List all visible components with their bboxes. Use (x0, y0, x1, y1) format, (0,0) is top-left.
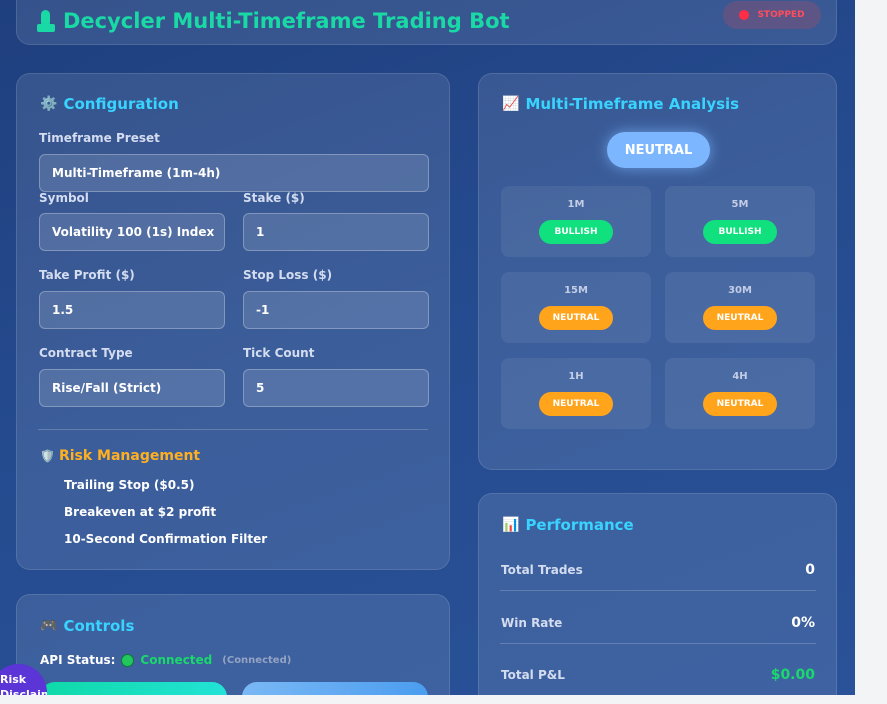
perf-divider (500, 643, 816, 644)
tick-count-input[interactable]: 5 (243, 369, 429, 407)
risk-item: Breakeven at $2 profit (64, 505, 217, 519)
risk-item: Trailing Stop ($0.5) (64, 478, 195, 492)
contract-type-select[interactable]: Rise/Fall (Strict) (39, 369, 225, 407)
timeframe-card: 4H NEUTRAL (665, 358, 815, 429)
timeframe-preset-label: Timeframe Preset (39, 131, 160, 145)
performance-title-text: Performance (525, 516, 634, 534)
page-title: Decycler Multi-Timeframe Trading Bot (37, 9, 510, 33)
stake-input[interactable]: 1 (243, 213, 429, 251)
bottom-bar (0, 695, 887, 704)
timeframe-card: 15M NEUTRAL (501, 272, 651, 343)
app-container: Decycler Multi-Timeframe Trading Bot STO… (0, 0, 855, 695)
status-dot-icon (739, 10, 750, 20)
timeframe-name: 30M (728, 285, 752, 296)
overall-signal-badge: NEUTRAL (607, 132, 710, 168)
symbol-label: Symbol (39, 191, 89, 205)
api-status-value: Connected (140, 653, 213, 667)
analysis-title: 📈 Multi-Timeframe Analysis (502, 95, 739, 113)
robot-icon (37, 10, 55, 32)
status-text: STOPPED (757, 10, 805, 20)
total-pnl-value: $0.00 (770, 667, 815, 683)
stake-label: Stake ($) (243, 191, 305, 205)
analysis-title-text: Multi-Timeframe Analysis (525, 95, 740, 113)
configuration-title-text: Configuration (63, 95, 179, 113)
page-title-text: Decycler Multi-Timeframe Trading Bot (63, 9, 510, 33)
risk-management-title-text: Risk Management (58, 448, 201, 464)
header-panel: Decycler Multi-Timeframe Trading Bot STO… (16, 0, 837, 45)
timeframe-name: 4H (732, 371, 748, 382)
timeframe-name: 1M (567, 199, 585, 210)
total-trades-label: Total Trades (501, 563, 583, 577)
config-divider (38, 429, 428, 430)
stop-loss-label: Stop Loss ($) (243, 268, 333, 282)
controls-title-text: Controls (63, 617, 135, 635)
risk-item: 10-Second Confirmation Filter (64, 532, 268, 546)
signal-badge: BULLISH (703, 220, 777, 244)
timeframe-name: 15M (564, 285, 588, 296)
timeframe-name: 5M (731, 199, 749, 210)
signal-badge: BULLISH (539, 220, 613, 244)
timeframe-card: 1H NEUTRAL (501, 358, 651, 429)
shield-icon: 🛡️ (40, 449, 55, 463)
total-trades-value: 0 (805, 562, 815, 578)
performance-title: 📊 Performance (502, 516, 634, 534)
controls-title: 🎮 Controls (40, 617, 134, 635)
status-badge: STOPPED (723, 1, 821, 29)
timeframe-preset-select[interactable]: Multi-Timeframe (1m-4h) (39, 154, 429, 192)
stop-button[interactable] (242, 682, 428, 695)
risk-management-title: 🛡️ Risk Management (40, 448, 200, 464)
controls-panel (16, 594, 450, 695)
timeframe-name: 1H (568, 371, 584, 382)
api-status: API Status: Connected (Connected) (40, 653, 291, 667)
configuration-title: ⚙️ Configuration (40, 95, 179, 113)
contract-type-label: Contract Type (39, 346, 133, 360)
api-status-label: API Status: (40, 653, 116, 667)
timeframe-card: 5M BULLISH (665, 186, 815, 257)
win-rate-label: Win Rate (501, 616, 563, 630)
bar-chart-icon: 📊 (502, 517, 520, 533)
signal-badge: NEUTRAL (539, 306, 613, 330)
take-profit-input[interactable]: 1.5 (39, 291, 225, 329)
take-profit-label: Take Profit ($) (39, 268, 135, 282)
timeframe-card: 30M NEUTRAL (665, 272, 815, 343)
win-rate-value: 0% (791, 615, 815, 631)
signal-badge: NEUTRAL (703, 392, 777, 416)
api-status-sub: (Connected) (222, 654, 292, 666)
start-button[interactable] (40, 682, 227, 695)
connected-dot-icon (121, 653, 135, 667)
gamepad-icon: 🎮 (40, 618, 58, 634)
gear-icon: ⚙️ (40, 96, 58, 112)
signal-badge: NEUTRAL (703, 306, 777, 330)
symbol-select[interactable]: Volatility 100 (1s) Index (39, 213, 225, 251)
total-pnl-label: Total P&L (501, 668, 565, 682)
signal-badge: NEUTRAL (539, 392, 613, 416)
tick-count-label: Tick Count (243, 346, 315, 360)
stop-loss-input[interactable]: -1 (243, 291, 429, 329)
timeframe-card: 1M BULLISH (501, 186, 651, 257)
perf-divider (500, 590, 816, 591)
chart-icon: 📈 (502, 96, 520, 112)
